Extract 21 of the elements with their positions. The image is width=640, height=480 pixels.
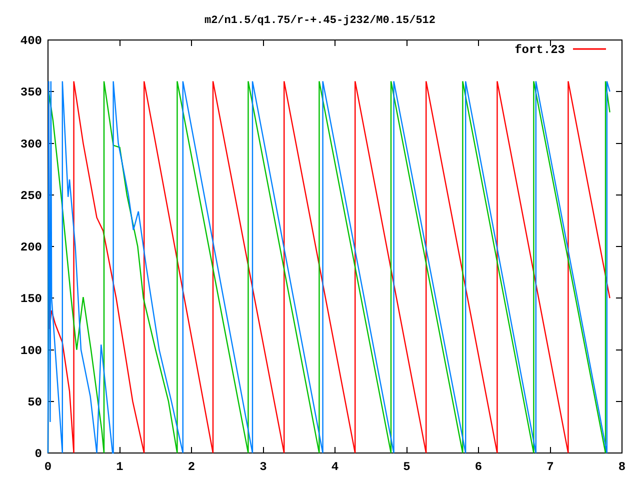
x-tick-label: 0 <box>44 460 52 474</box>
y-tick-label: 150 <box>20 292 42 306</box>
x-tick-label: 6 <box>474 460 482 474</box>
legend-line-icon <box>573 48 606 50</box>
y-tick-label: 50 <box>28 395 42 410</box>
x-tick-label: 1 <box>116 460 124 474</box>
x-tick-label: 5 <box>403 460 410 474</box>
y-tick-label: 300 <box>20 137 42 152</box>
y-tick-label: 250 <box>20 188 42 203</box>
y-tick-label: 200 <box>20 240 42 254</box>
x-tick-label: 7 <box>546 460 554 474</box>
x-tick-label: 2 <box>188 460 196 474</box>
x-tick-label: 4 <box>331 460 339 474</box>
y-tick-label: 400 <box>20 34 42 48</box>
legend-label: fort.23 <box>514 43 565 57</box>
x-tick-label: 3 <box>260 460 267 474</box>
chart-title: m2/n1.5/q1.75/r-+.45-j232/M0.15/512 <box>204 15 436 27</box>
y-tick-label: 0 <box>34 447 42 461</box>
y-tick-label: 350 <box>20 86 42 100</box>
x-tick-label: 8 <box>618 460 626 474</box>
y-tick-label: 100 <box>20 344 42 358</box>
